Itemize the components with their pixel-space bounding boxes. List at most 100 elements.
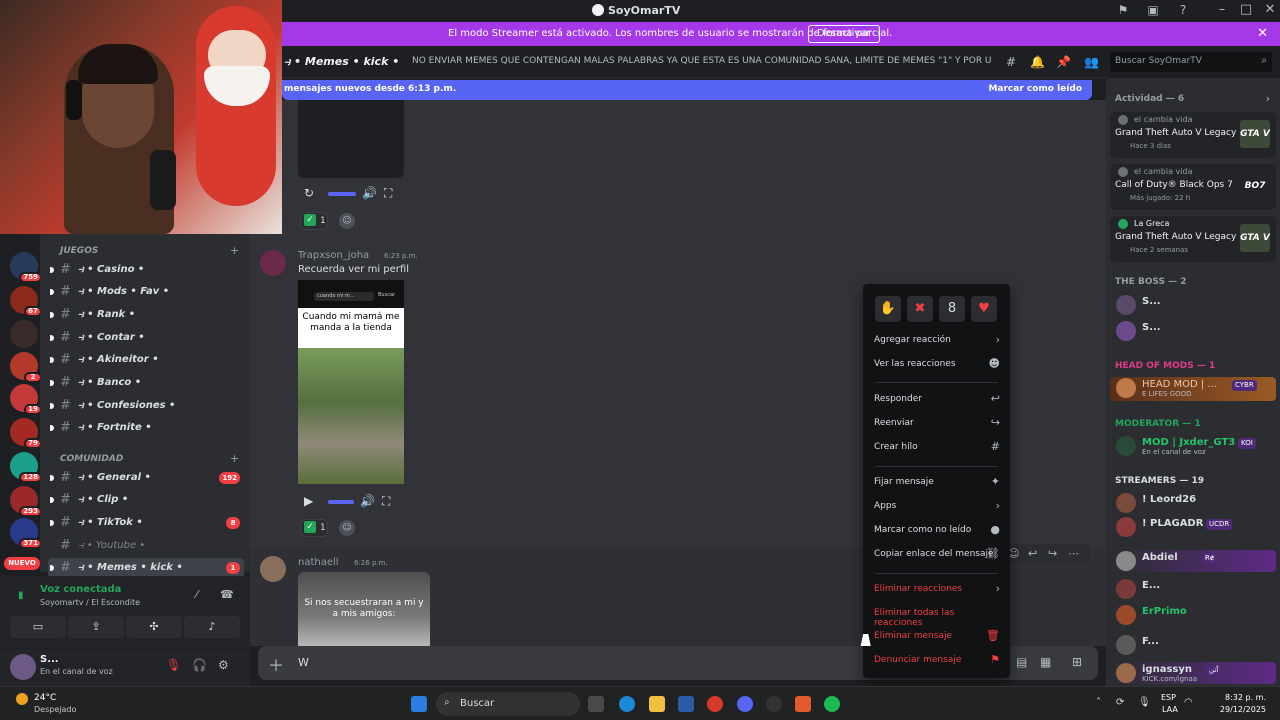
avatar[interactable] [260,556,286,582]
folder-icon[interactable] [649,696,665,712]
inbox-icon[interactable]: ⚑ [1116,3,1130,17]
channel-casino[interactable]: # ⥽ • Casino • [48,260,244,280]
user-name[interactable]: S... [40,654,59,665]
threads-icon[interactable]: # [1004,55,1018,69]
activities-button[interactable]: ✣ [126,616,182,638]
add-reaction-icon[interactable]: ☺ [339,213,355,229]
member-item[interactable]: S... [1110,320,1276,342]
video-attachment[interactable] [298,100,404,178]
image-attachment[interactable]: cuando mi m... Buscar Cuando mi mamá me … [298,280,404,484]
member-item[interactable]: Abdiel Ɍɇ [1110,550,1276,572]
channel-general[interactable]: # ⥽ • General • 192 [48,468,244,488]
channel-memes-kick[interactable]: # ⥽ • Memes • kick • 1 [48,558,244,578]
message-author[interactable]: Trapxson_joha [298,250,369,261]
message-author[interactable]: nathaell [298,557,339,568]
avatar[interactable] [260,250,286,276]
close-window-button[interactable]: ✕ [1260,2,1280,17]
screen-icon[interactable]: ▣ [1146,3,1160,17]
menu-add-reaction[interactable]: Agregar reacción › [869,330,1004,352]
apps-icon[interactable]: ⊞ [1072,655,1082,669]
member-item[interactable]: ! PLAGADR UCDR [1110,516,1276,538]
menu-remove-all-reactions[interactable]: Eliminar todas las reacciones [869,603,1004,628]
fullscreen-icon[interactable]: ⛶ [382,494,390,509]
volume-bar[interactable] [328,500,354,504]
taskbar-search[interactable]: ⌕ Buscar [436,692,580,716]
clock-time[interactable]: 8:32 p. m. [1204,693,1266,702]
disconnect-icon[interactable]: ☎ [220,588,234,601]
channel-clip[interactable]: # ⥽ • Clip • [48,490,244,510]
help-icon[interactable]: ? [1176,3,1190,17]
gif-icon[interactable]: ▦ [1040,655,1051,669]
menu-view-reactions[interactable]: Ver las reacciones ☻ [869,354,1004,376]
edge-icon[interactable] [619,696,635,712]
add-reaction-icon[interactable]: ☺ [339,520,355,536]
start-icon[interactable] [411,696,427,712]
gear-icon[interactable]: ⚙ [218,658,229,672]
deafen-icon[interactable]: 🎧 [192,658,207,672]
channel-banco[interactable]: # ⥽ • Banco • [48,373,244,393]
server-icon[interactable]: 759 [10,252,42,283]
server-icon[interactable]: 128 [10,452,42,483]
screenshare-button[interactable]: ⇪ [68,616,124,638]
new-messages-bar[interactable]: mensajes nuevos desde 6:13 p.m. Marcar c… [282,80,1092,100]
member-item[interactable]: S... [1110,294,1276,316]
channel-rank[interactable]: # ⥽ • Rank • [48,305,244,325]
fullscreen-icon[interactable]: ⛶ [384,186,392,201]
channel-mods-fav[interactable]: # ⥽ • Mods • Fav • [48,282,244,302]
channel-fortnite[interactable]: # ⥽ • Fortnite • [48,418,244,438]
signal-icon[interactable]: ▮ [18,590,24,601]
spotify-icon[interactable] [824,696,840,712]
close-icon[interactable]: ✕ [1257,26,1268,41]
noise-suppression-icon[interactable]: ⁄ [196,588,198,601]
video-attachment[interactable]: Si nos secuestraran a mi y a mis amigos: [298,572,430,646]
channel-tiktok[interactable]: # ⥽ • TikTok • 8 [48,513,244,533]
menu-delete-message[interactable]: Eliminar mensaje 🗑 [869,626,1004,648]
chevron-right-icon[interactable]: › [1266,92,1270,105]
channel-youtube[interactable]: # ⥽ • Youtube • [48,536,244,556]
chrome-icon[interactable] [707,696,723,712]
app-icon[interactable] [854,696,870,712]
menu-forward[interactable]: Reenviar ↪ [869,413,1004,435]
members-icon[interactable]: 👥 [1084,55,1099,69]
plus-icon[interactable]: ＋ [268,652,284,676]
search-input[interactable]: Buscar SoyOmarTV ⌕ [1110,52,1272,72]
server-icon[interactable]: 371 [10,518,42,549]
reaction-check[interactable]: ✓ 1 [300,519,328,537]
app-icon[interactable] [795,696,811,712]
menu-apps[interactable]: Apps › [869,496,1004,518]
server-icon[interactable]: 79 [10,418,42,449]
mic-icon[interactable]: 🎙 [1138,697,1151,708]
camera-button[interactable]: ▭ [10,616,66,638]
soundboard-button[interactable]: ♪ [184,616,240,638]
weather-temp[interactable]: 24°C [34,693,56,703]
discord-icon[interactable] [737,696,753,712]
clock-date[interactable]: 29/12/2025 [1204,705,1266,714]
menu-create-thread[interactable]: Crear hilo # [869,437,1004,459]
reply-icon[interactable]: ↩ [1028,547,1037,560]
pin-icon[interactable]: 📌 [1056,55,1071,69]
minimize-button[interactable]: – [1212,2,1232,17]
app-tray-icon[interactable]: ⟳ [1116,697,1124,708]
mark-as-read-button[interactable]: Marcar como leído [988,84,1082,94]
menu-reply[interactable]: Responder ↩ [869,389,1004,411]
member-item[interactable]: F... [1110,634,1276,656]
quick-reaction-eight[interactable]: 8 [939,296,965,322]
bell-icon[interactable]: 🔔 [1030,55,1045,69]
obs-icon[interactable] [766,696,782,712]
keyboard-layout[interactable]: LAA [1162,705,1178,714]
member-item[interactable]: ignassyn KICK.com/ignaa آتن [1110,662,1276,684]
server-icon[interactable]: 67 [10,286,42,317]
replay-icon[interactable]: ↻ [304,186,314,200]
sticker-icon[interactable]: ▤ [1016,655,1027,669]
avatar[interactable] [10,654,36,680]
member-item[interactable]: HEAD MOD | ... E LIFES GOOD CYBR [1110,377,1276,401]
channel-contar[interactable]: # ⥽ • Contar • [48,328,244,348]
member-item[interactable]: E... [1110,578,1276,600]
activity-card[interactable]: La Greca Grand Theft Auto V Legacy Hace … [1110,216,1276,262]
server-icon[interactable]: 2 [10,352,42,383]
activity-card[interactable]: el cambia vida Grand Theft Auto V Legacy… [1110,112,1276,158]
menu-remove-reactions[interactable]: Eliminar reacciones › [869,579,1004,601]
channel-confesiones[interactable]: # ⥽ • Confesiones • [48,396,244,416]
volume-icon[interactable]: 🔊 [362,186,377,200]
menu-mark-unread[interactable]: Marcar como no leído ● [869,520,1004,542]
